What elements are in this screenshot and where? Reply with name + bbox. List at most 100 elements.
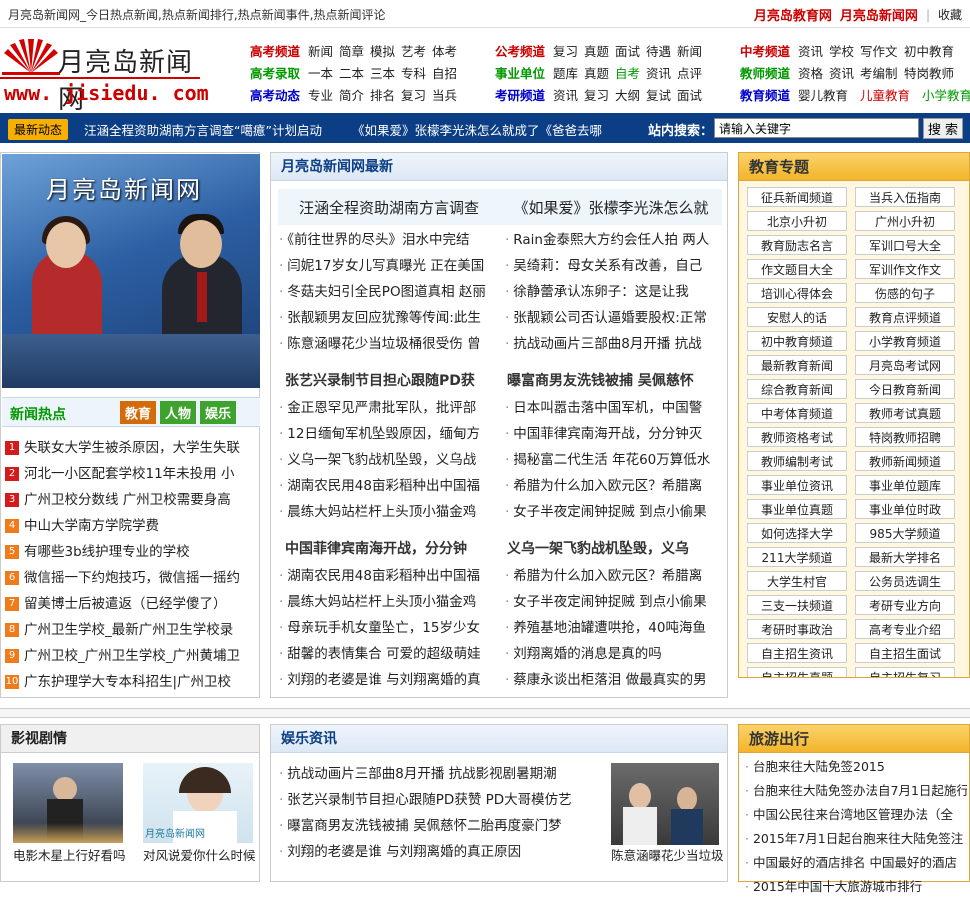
topic-tag[interactable]: 最新大学排名 xyxy=(855,547,955,567)
movie-poster-image[interactable] xyxy=(13,763,123,843)
list-item[interactable]: 台胞来往大陆免签办法自7月1日起施行 xyxy=(745,779,967,803)
topic-tag[interactable]: 作文题目大全 xyxy=(747,259,847,279)
topic-tag[interactable]: 公务员选调生 xyxy=(855,571,955,591)
nav-link[interactable]: 资讯 xyxy=(646,63,677,82)
topic-tag[interactable]: 211大学频道 xyxy=(747,547,847,567)
nav-link[interactable]: 面试 xyxy=(615,41,646,60)
poster-caption[interactable]: 对风说爱你什么时候 xyxy=(143,845,256,864)
nav-link[interactable]: 特岗教师 xyxy=(904,63,960,82)
topic-tag[interactable]: 综合教育新闻 xyxy=(747,379,847,399)
list-item[interactable]: 9 广州卫校_广州卫生学校_广州黄埔卫 xyxy=(5,643,255,669)
list-item[interactable]: 徐静蕾承认冻卵子：这是让我 xyxy=(505,279,723,305)
nav-head-shiye[interactable]: 事业单位 xyxy=(495,63,553,82)
list-item[interactable]: 12日缅甸军机坠毁原因，缅甸方 xyxy=(279,421,497,447)
list-item[interactable]: 刘翔离婚的消息是真的吗 xyxy=(505,641,723,667)
nav-link[interactable]: 复习 xyxy=(584,85,615,104)
topic-tag[interactable]: 教师考试真题 xyxy=(855,403,955,423)
list-item[interactable]: 《前往世界的尽头》泪水中完结 xyxy=(279,227,497,253)
headline-link[interactable]: 曝富商男友洗钱被捕 吴佩慈怀 xyxy=(501,370,723,390)
nav-head-gaokao[interactable]: 高考频道 xyxy=(250,41,308,60)
nav-link[interactable]: 儿童教育 xyxy=(860,85,922,104)
list-item[interactable]: 揭秘富二代生活 年花60万算低水 xyxy=(505,447,723,473)
list-item[interactable]: 2015年中国十大旅游城市排行 xyxy=(745,875,967,899)
topic-tag[interactable]: 军训作文作文 xyxy=(855,259,955,279)
ticker-item[interactable]: 汪涵全程资助湖南方言调查“噶癔”计划启动 xyxy=(84,120,322,139)
nav-link[interactable]: 真题 xyxy=(584,63,615,82)
nav-head-kaoyan[interactable]: 考研频道 xyxy=(495,85,553,104)
topic-tag[interactable]: 安慰人的话 xyxy=(747,307,847,327)
list-item[interactable]: 冬菇夫妇引全民PO图道真相 赵丽 xyxy=(279,279,497,305)
list-item[interactable]: 女子半夜定闹钟捉贼 到点小偷果 xyxy=(505,589,723,615)
nav-head-gongkao[interactable]: 公考频道 xyxy=(495,41,553,60)
list-item[interactable]: 曝富商男友洗钱被捕 吴佩慈怀二胎再度豪门梦 xyxy=(279,813,599,839)
topic-tag[interactable]: 月亮岛考试网 xyxy=(855,355,955,375)
topic-tag[interactable]: 中考体育频道 xyxy=(747,403,847,423)
list-item[interactable]: 甜馨的表情集合 可爱的超级萌娃 xyxy=(279,641,497,667)
list-item[interactable]: 抗战动画片三部曲8月开播 抗战影视剧暑期潮 xyxy=(279,761,599,787)
list-item[interactable]: 晨练大妈站栏杆上头顶小猫金鸡 xyxy=(279,499,497,525)
tab-entertainment[interactable]: 娱乐 xyxy=(200,401,237,424)
search-input[interactable] xyxy=(714,118,919,138)
nav-link[interactable]: 复试 xyxy=(646,85,677,104)
nav-link[interactable]: 写作文 xyxy=(860,41,904,60)
nav-link[interactable]: 新闻 xyxy=(677,41,708,60)
nav-link[interactable]: 排名 xyxy=(370,85,401,104)
topic-tag[interactable]: 大学生村官 xyxy=(747,571,847,591)
topic-tag[interactable]: 自主招生资讯 xyxy=(747,643,847,663)
topic-tag[interactable]: 当兵入伍指南 xyxy=(855,187,955,207)
topic-tag[interactable]: 事业单位资讯 xyxy=(747,475,847,495)
nav-link[interactable]: 复习 xyxy=(553,41,584,60)
topic-tag[interactable]: 今日教育新闻 xyxy=(855,379,955,399)
list-item[interactable]: 6 微信摇一下约炮技巧，微信摇一摇约 xyxy=(5,565,255,591)
drama-poster-image[interactable]: 月亮岛新闻网 xyxy=(143,763,253,843)
list-item[interactable]: 1 失联女大学生被杀原因，大学生失联 xyxy=(5,435,255,461)
nav-link[interactable]: 当兵 xyxy=(432,85,463,104)
nav-link[interactable]: 资讯 xyxy=(829,63,860,82)
news-anchor-photo[interactable]: 月亮岛新闻网 xyxy=(2,154,260,388)
favorite-link[interactable]: 收藏 xyxy=(938,6,962,23)
photo-caption[interactable]: 陈意涵曝花少当垃圾 xyxy=(611,845,724,864)
list-item[interactable]: 刘翔的老婆是谁 与刘翔离婚的真正原因 xyxy=(279,839,599,865)
list-item[interactable]: 中国菲律宾南海开战，分分钟灭 xyxy=(505,421,723,447)
nav-link[interactable]: 考编制 xyxy=(860,63,904,82)
topic-tag[interactable]: 事业单位题库 xyxy=(855,475,955,495)
topic-tag[interactable]: 特岗教师招聘 xyxy=(855,427,955,447)
topic-tag[interactable]: 教师编制考试 xyxy=(747,451,847,471)
list-item[interactable]: 抗战动画片三部曲8月开播 抗战 xyxy=(505,331,723,357)
list-item[interactable]: 4 中山大学南方学院学费 xyxy=(5,513,255,539)
nav-link[interactable]: 婴儿教育 xyxy=(798,85,860,104)
list-item[interactable]: 吴绮莉：母女关系有改善，自己 xyxy=(505,253,723,279)
nav-link[interactable]: 简介 xyxy=(339,85,370,104)
celebrity-photo[interactable] xyxy=(611,763,719,845)
list-item[interactable]: 晨练大妈站栏杆上头顶小猫金鸡 xyxy=(279,589,497,615)
headline-link[interactable]: 汪涵全程资助湖南方言调查 xyxy=(278,197,500,218)
list-item[interactable]: 女子半夜定闹钟捉贼 到点小偷果 xyxy=(505,499,723,525)
topic-tag[interactable]: 征兵新闻频道 xyxy=(747,187,847,207)
topic-tag[interactable]: 军训口号大全 xyxy=(855,235,955,255)
topic-tag[interactable]: 小学教育频道 xyxy=(855,331,955,351)
list-item[interactable]: 蔡康永谈出柜落泪 做最真实的男 xyxy=(505,667,723,693)
list-item[interactable]: 陈意涵曝花少当垃圾桶很受伤 曾 xyxy=(279,331,497,357)
nav-link[interactable]: 面试 xyxy=(677,85,708,104)
topic-tag[interactable]: 北京小升初 xyxy=(747,211,847,231)
list-item[interactable]: 日本叫嚣击落中国军机，中国警 xyxy=(505,395,723,421)
nav-link[interactable]: 自考 xyxy=(615,63,646,82)
topic-tag[interactable]: 如何选择大学 xyxy=(747,523,847,543)
search-button[interactable]: 搜 索 xyxy=(923,118,963,139)
edu-site-link[interactable]: 月亮岛教育网 xyxy=(754,5,832,24)
list-item[interactable]: 母亲玩手机女童坠亡，15岁少女 xyxy=(279,615,497,641)
topic-tag[interactable]: 广州小升初 xyxy=(855,211,955,231)
news-site-link[interactable]: 月亮岛新闻网 xyxy=(840,5,918,24)
topic-tag[interactable]: 自主招生真题 xyxy=(747,667,847,677)
list-item[interactable]: 张靓颖公司否认逼婚要股权:正常 xyxy=(505,305,723,331)
nav-link[interactable]: 大纲 xyxy=(615,85,646,104)
nav-link[interactable]: 二本 xyxy=(339,63,370,82)
site-logo[interactable]: 月亮岛新闻网 www. jisiedu. com xyxy=(0,37,210,115)
topic-tag[interactable]: 事业单位真题 xyxy=(747,499,847,519)
nav-head-dongtai[interactable]: 高考动态 xyxy=(250,85,308,104)
nav-head-zhongkao[interactable]: 中考频道 xyxy=(740,41,798,60)
list-item[interactable]: 湖南农民用48亩彩稻种出中国福 xyxy=(279,473,497,499)
list-item[interactable]: 闫妮17岁女儿写真曝光 正在美国 xyxy=(279,253,497,279)
list-item[interactable]: 2 河北一小区配套学校11年未投用 小 xyxy=(5,461,255,487)
nav-link[interactable]: 三本 xyxy=(370,63,401,82)
